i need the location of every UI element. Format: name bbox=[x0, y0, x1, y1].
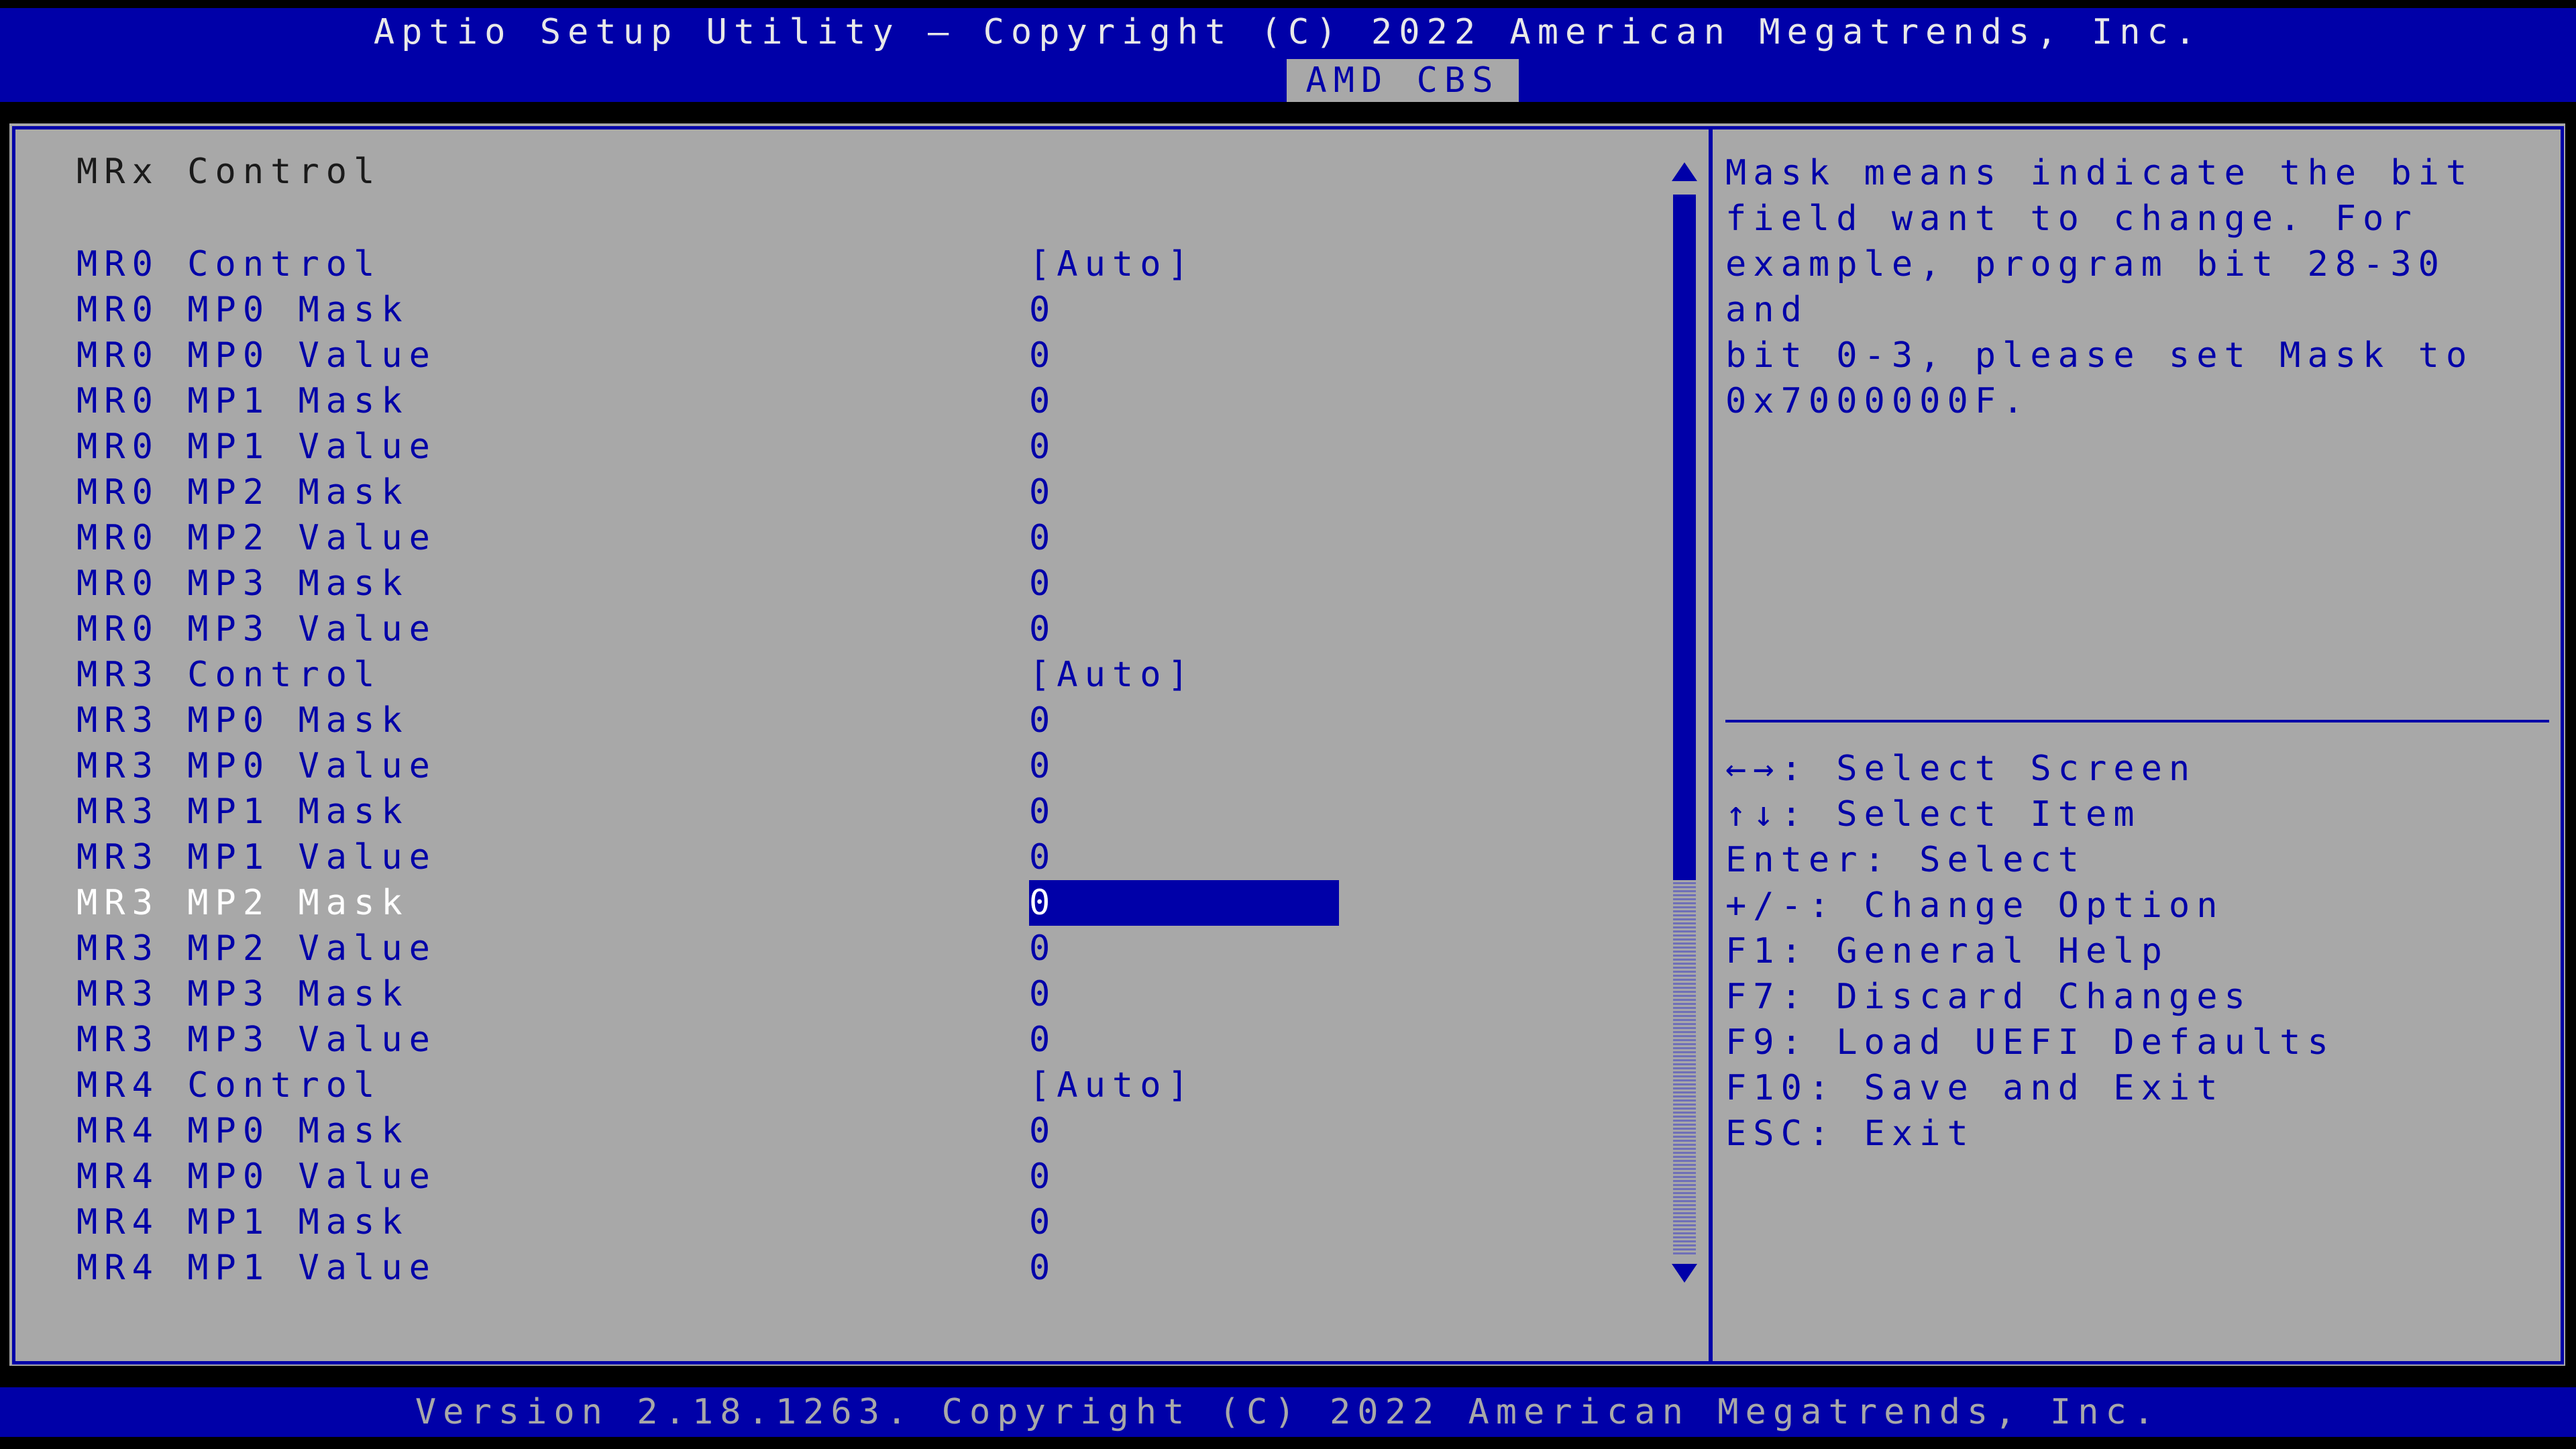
setting-label-mr3-mp0-value[interactable]: MR3 MP0 Value bbox=[76, 743, 437, 789]
setting-label-mr4-mp1-mask[interactable]: MR4 MP1 Mask bbox=[76, 1199, 409, 1245]
setting-value-mr0-mp2-mask[interactable]: 0 bbox=[1029, 470, 1057, 515]
setting-value-mr0-mp3-mask[interactable]: 0 bbox=[1029, 561, 1057, 606]
panel-divider bbox=[1709, 126, 1713, 1364]
key-hint-save-exit: F10: Save and Exit bbox=[1725, 1068, 2224, 1108]
setting-label-mr0-control[interactable]: MR0 Control bbox=[76, 241, 381, 287]
key-hint-select-item: ↑↓: Select Item bbox=[1725, 794, 2141, 835]
setting-label-mr4-mp1-value[interactable]: MR4 MP1 Value bbox=[76, 1245, 437, 1291]
setting-label-mr3-mp1-value[interactable]: MR3 MP1 Value bbox=[76, 835, 437, 880]
key-hint-discard-changes: F7: Discard Changes bbox=[1725, 977, 2252, 1017]
setting-label-mr0-mp3-mask[interactable]: MR0 MP3 Mask bbox=[76, 561, 409, 606]
version-text: Version 2.18.1263. Copyright (C) 2022 Am… bbox=[415, 1392, 2161, 1432]
setting-label-mr3-mp1-mask[interactable]: MR3 MP1 Mask bbox=[76, 789, 409, 835]
setting-value-mr3-mp1-mask[interactable]: 0 bbox=[1029, 789, 1057, 835]
setting-label-mr0-mp2-value[interactable]: MR0 MP2 Value bbox=[76, 515, 437, 561]
setting-label-mr0-mp0-mask[interactable]: MR0 MP0 Mask bbox=[76, 287, 409, 333]
setting-value-mr3-mp2-value[interactable]: 0 bbox=[1029, 926, 1057, 971]
setting-label-mr3-mp2-value[interactable]: MR3 MP2 Value bbox=[76, 926, 437, 971]
setting-value-mr3-mp3-value[interactable]: 0 bbox=[1029, 1017, 1057, 1063]
setting-value-mr3-mp0-mask[interactable]: 0 bbox=[1029, 698, 1057, 743]
key-hint-change-option: +/-: Change Option bbox=[1725, 885, 2224, 926]
setting-value-mr0-mp3-value[interactable]: 0 bbox=[1029, 606, 1057, 652]
setting-value-mr4-mp0-mask[interactable]: 0 bbox=[1029, 1108, 1057, 1154]
tab-amd-cbs[interactable]: AMD CBS bbox=[1287, 59, 1519, 102]
setting-value-mr3-control[interactable]: [Auto] bbox=[1029, 652, 1195, 698]
help-text: Mask means indicate the bit field want t… bbox=[1725, 153, 2474, 421]
setting-label-mr0-mp1-mask[interactable]: MR0 MP1 Mask bbox=[76, 378, 409, 424]
setting-value-mr3-mp3-mask[interactable]: 0 bbox=[1029, 971, 1057, 1017]
setting-value-mr0-control[interactable]: [Auto] bbox=[1029, 241, 1195, 287]
key-hint-enter: Enter: Select bbox=[1725, 840, 2086, 880]
key-hint-select-screen: ←→: Select Screen bbox=[1725, 749, 2197, 789]
setting-label-mr3-mp3-mask[interactable]: MR3 MP3 Mask bbox=[76, 971, 409, 1017]
setting-value-mr0-mp1-value[interactable]: 0 bbox=[1029, 424, 1057, 470]
setting-label-mr4-mp0-value[interactable]: MR4 MP0 Value bbox=[76, 1154, 437, 1199]
scroll-up-arrow-icon[interactable] bbox=[1672, 162, 1697, 181]
menu-heading: MRx Control bbox=[76, 152, 382, 192]
setting-label-mr0-mp2-mask[interactable]: MR0 MP2 Mask bbox=[76, 470, 409, 515]
key-hint-load-defaults: F9: Load UEFI Defaults bbox=[1725, 1022, 2335, 1063]
setting-value-mr4-mp0-value[interactable]: 0 bbox=[1029, 1154, 1057, 1199]
setting-label-mr0-mp0-value[interactable]: MR0 MP0 Value bbox=[76, 333, 437, 378]
setting-value-mr0-mp0-mask[interactable]: 0 bbox=[1029, 287, 1057, 333]
key-hint-exit: ESC: Exit bbox=[1725, 1114, 1975, 1154]
setting-label-mr3-control[interactable]: MR3 Control bbox=[76, 652, 381, 698]
setting-label-mr3-mp3-value[interactable]: MR3 MP3 Value bbox=[76, 1017, 437, 1063]
setting-value-mr4-control[interactable]: [Auto] bbox=[1029, 1063, 1195, 1108]
setting-value-mr3-mp0-value[interactable]: 0 bbox=[1029, 743, 1057, 789]
help-separator bbox=[1725, 720, 2549, 722]
scrollbar-thumb[interactable] bbox=[1673, 195, 1696, 880]
setting-label-mr3-mp0-mask[interactable]: MR3 MP0 Mask bbox=[76, 698, 409, 743]
setting-label-mr4-control[interactable]: MR4 Control bbox=[76, 1063, 381, 1108]
setting-label-mr4-mp0-mask[interactable]: MR4 MP0 Mask bbox=[76, 1108, 409, 1154]
setting-value-mr3-mp2-mask-selected[interactable]: 0 bbox=[1029, 880, 1339, 926]
setting-value-mr0-mp1-mask[interactable]: 0 bbox=[1029, 378, 1057, 424]
utility-title: Aptio Setup Utility – Copyright (C) 2022… bbox=[373, 12, 2203, 52]
scroll-down-arrow-icon[interactable] bbox=[1672, 1264, 1697, 1283]
key-hint-general-help: F1: General Help bbox=[1725, 931, 2169, 971]
setting-value-mr4-mp1-mask[interactable]: 0 bbox=[1029, 1199, 1057, 1245]
setting-value-mr3-mp1-value[interactable]: 0 bbox=[1029, 835, 1057, 880]
setting-value-mr4-mp1-value[interactable]: 0 bbox=[1029, 1245, 1057, 1291]
setting-label-mr0-mp3-value[interactable]: MR0 MP3 Value bbox=[76, 606, 437, 652]
setting-label-mr0-mp1-value[interactable]: MR0 MP1 Value bbox=[76, 424, 437, 470]
setting-value-mr0-mp2-value[interactable]: 0 bbox=[1029, 515, 1057, 561]
setting-value-mr0-mp0-value[interactable]: 0 bbox=[1029, 333, 1057, 378]
setting-label-mr3-mp2-mask-selected[interactable]: MR3 MP2 Mask bbox=[76, 880, 409, 926]
